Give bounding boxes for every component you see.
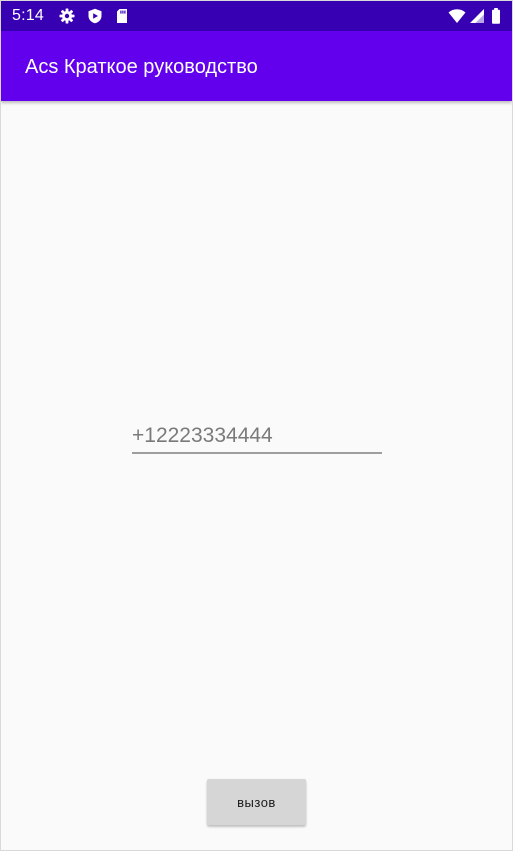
status-time: 5:14 bbox=[12, 7, 44, 24]
app-screen: 5:14 Acs Краткое руководство +1222333444… bbox=[0, 0, 513, 851]
phone-number-input[interactable] bbox=[132, 422, 382, 454]
battery-icon bbox=[491, 8, 501, 24]
status-bar: 5:14 bbox=[1, 1, 512, 31]
call-button[interactable]: вызов bbox=[207, 779, 306, 825]
shield-icon bbox=[87, 8, 103, 24]
wifi-icon bbox=[448, 8, 466, 24]
app-bar: Acs Краткое руководство bbox=[1, 31, 512, 101]
gear-icon bbox=[59, 8, 75, 24]
sd-card-icon bbox=[114, 8, 130, 24]
signal-icon bbox=[469, 8, 485, 24]
app-title: Acs Краткое руководство bbox=[25, 56, 258, 78]
